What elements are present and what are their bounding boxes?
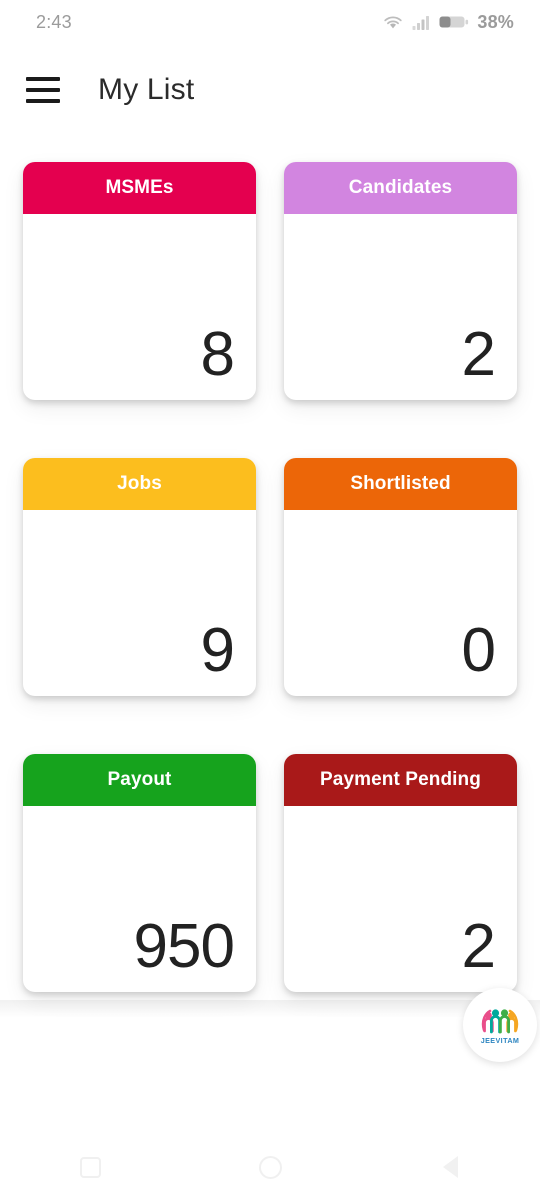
stat-card-label: Payment Pending: [320, 769, 481, 790]
dashboard-scroll-area[interactable]: MSMEs 8 Candidates 2 Jobs 9 Shortlisted …: [0, 140, 540, 1018]
status-bar-indicators: 38%: [382, 12, 514, 33]
battery-percent-label: 38%: [477, 11, 514, 32]
page-title: My List: [98, 73, 195, 106]
jeevitam-people-logo-icon: JEEVITAM: [474, 999, 526, 1051]
stat-card-value: 2: [461, 320, 496, 389]
stat-card-value: 8: [200, 320, 235, 389]
app-bar: My List: [0, 44, 540, 136]
stat-card-label: Candidates: [348, 177, 453, 198]
hamburger-line: [26, 88, 60, 92]
hamburger-line: [26, 99, 60, 103]
stat-card-body: 2: [284, 214, 517, 400]
home-button[interactable]: [238, 1147, 302, 1187]
stat-card-header: Jobs: [23, 458, 256, 510]
stat-card-label: MSMEs: [105, 177, 174, 198]
cellular-signal-icon: [412, 16, 430, 30]
recents-square-icon: [79, 1156, 101, 1178]
stat-card-header: Payment Pending: [284, 754, 517, 806]
home-circle-icon: [258, 1155, 282, 1179]
stat-card-candidates[interactable]: Candidates 2: [284, 162, 517, 400]
status-bar: 2:43 38%: [0, 0, 540, 44]
stat-card-body: 0: [284, 510, 517, 696]
stat-card-body: 8: [23, 214, 256, 400]
stat-card-body: 2: [284, 806, 517, 992]
stat-card-header: Payout: [23, 754, 256, 806]
wifi-icon: [384, 16, 403, 29]
hamburger-line: [26, 77, 60, 81]
stat-card-payout[interactable]: Payout 950: [23, 754, 256, 992]
stat-card-value: 950: [133, 912, 235, 981]
stat-card-value: 2: [461, 912, 496, 981]
phone-screen: 2:43 38% My List MSMEs 8 Candidates 2 Jo…: [0, 0, 540, 1200]
android-navigation-bar: [0, 1134, 540, 1200]
battery-icon: [439, 16, 469, 28]
stat-card-body: 9: [23, 510, 256, 696]
stat-card-payment-pending[interactable]: Payment Pending 2: [284, 754, 517, 992]
stat-card-label: Payout: [107, 769, 172, 790]
svg-text:JEEVITAM: JEEVITAM: [481, 1036, 520, 1045]
stat-card-header: MSMEs: [23, 162, 256, 214]
jeevitam-brand-badge[interactable]: JEEVITAM: [463, 988, 537, 1062]
stat-card-msmes[interactable]: MSMEs 8: [23, 162, 256, 400]
status-bar-clock: 2:43: [36, 11, 72, 32]
recents-button[interactable]: [58, 1147, 122, 1187]
hamburger-menu-icon[interactable]: [26, 77, 60, 103]
stat-card-header: Shortlisted: [284, 458, 517, 510]
back-triangle-icon: [442, 1156, 458, 1178]
stat-card-shortlisted[interactable]: Shortlisted 0: [284, 458, 517, 696]
stat-card-value: 9: [200, 616, 235, 685]
stat-card-jobs[interactable]: Jobs 9: [23, 458, 256, 696]
stat-card-label: Jobs: [117, 473, 162, 494]
stat-card-header: Candidates: [284, 162, 517, 214]
stat-card-label: Shortlisted: [350, 473, 451, 494]
back-button[interactable]: [418, 1147, 482, 1187]
stat-card-grid: MSMEs 8 Candidates 2 Jobs 9 Shortlisted …: [0, 140, 540, 992]
stat-card-body: 950: [23, 806, 256, 992]
stat-card-value: 0: [461, 616, 496, 685]
